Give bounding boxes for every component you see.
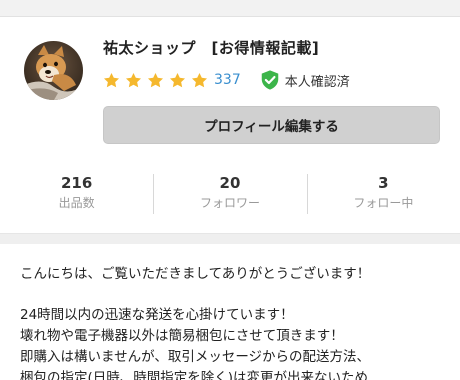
avatar[interactable]	[24, 41, 83, 100]
star-icon	[124, 71, 143, 90]
profile-header: 祐太ショップ [お得情報記載] 337 本人確認済 プロフィール編集する 216…	[0, 17, 460, 233]
bio-line: 壊れ物や電子機器以外は簡易梱包にさせて頂きます！	[20, 328, 344, 344]
verified-badge: 本人確認済	[259, 69, 350, 91]
top-bar	[0, 0, 460, 17]
bio-greeting: こんにちは、ご覧いただきましてありがとうございます！	[20, 266, 371, 282]
stat-label: 出品数	[58, 196, 95, 210]
bio-spacer	[20, 285, 450, 305]
review-count[interactable]: 337	[214, 72, 241, 88]
stat-value: 3	[378, 174, 389, 192]
shiba-dog-avatar-image	[24, 41, 83, 100]
star-icon	[146, 71, 165, 90]
section-separator	[0, 233, 460, 244]
bio-line: 24時間以内の迅速な発送を心掛けています！	[20, 307, 294, 323]
rating-row[interactable]: 337 本人確認済	[102, 69, 350, 91]
star-icon	[168, 71, 187, 90]
stat-listings[interactable]: 216 出品数	[0, 171, 153, 219]
stat-followers[interactable]: 20 フォロワー	[153, 171, 306, 219]
edit-profile-button[interactable]: プロフィール編集する	[103, 106, 440, 144]
shop-name: 祐太ショップ [お得情報記載]	[103, 39, 320, 57]
stat-value: 20	[219, 174, 241, 192]
stat-following[interactable]: 3 フォロー中	[306, 171, 460, 219]
stat-label: フォロワー	[199, 196, 260, 210]
bio-line: 梱包の指定(日時、時間指定を除く)は変更が出来ないため	[20, 370, 369, 380]
stats-bar: 216 出品数 20 フォロワー 3 フォロー中	[0, 171, 460, 219]
bio-line: 即購入は構いませんが、取引メッセージからの配送方法、	[20, 349, 371, 365]
star-icon	[190, 71, 209, 90]
verified-label: 本人確認済	[284, 74, 350, 90]
shield-check-icon	[259, 69, 281, 91]
profile-bio: こんにちは、ご覧いただきましてありがとうございます！ 24時間以内の迅速な発送を…	[20, 264, 450, 380]
stat-label: フォロー中	[353, 196, 414, 210]
star-icon	[102, 71, 121, 90]
stat-value: 216	[61, 174, 93, 192]
